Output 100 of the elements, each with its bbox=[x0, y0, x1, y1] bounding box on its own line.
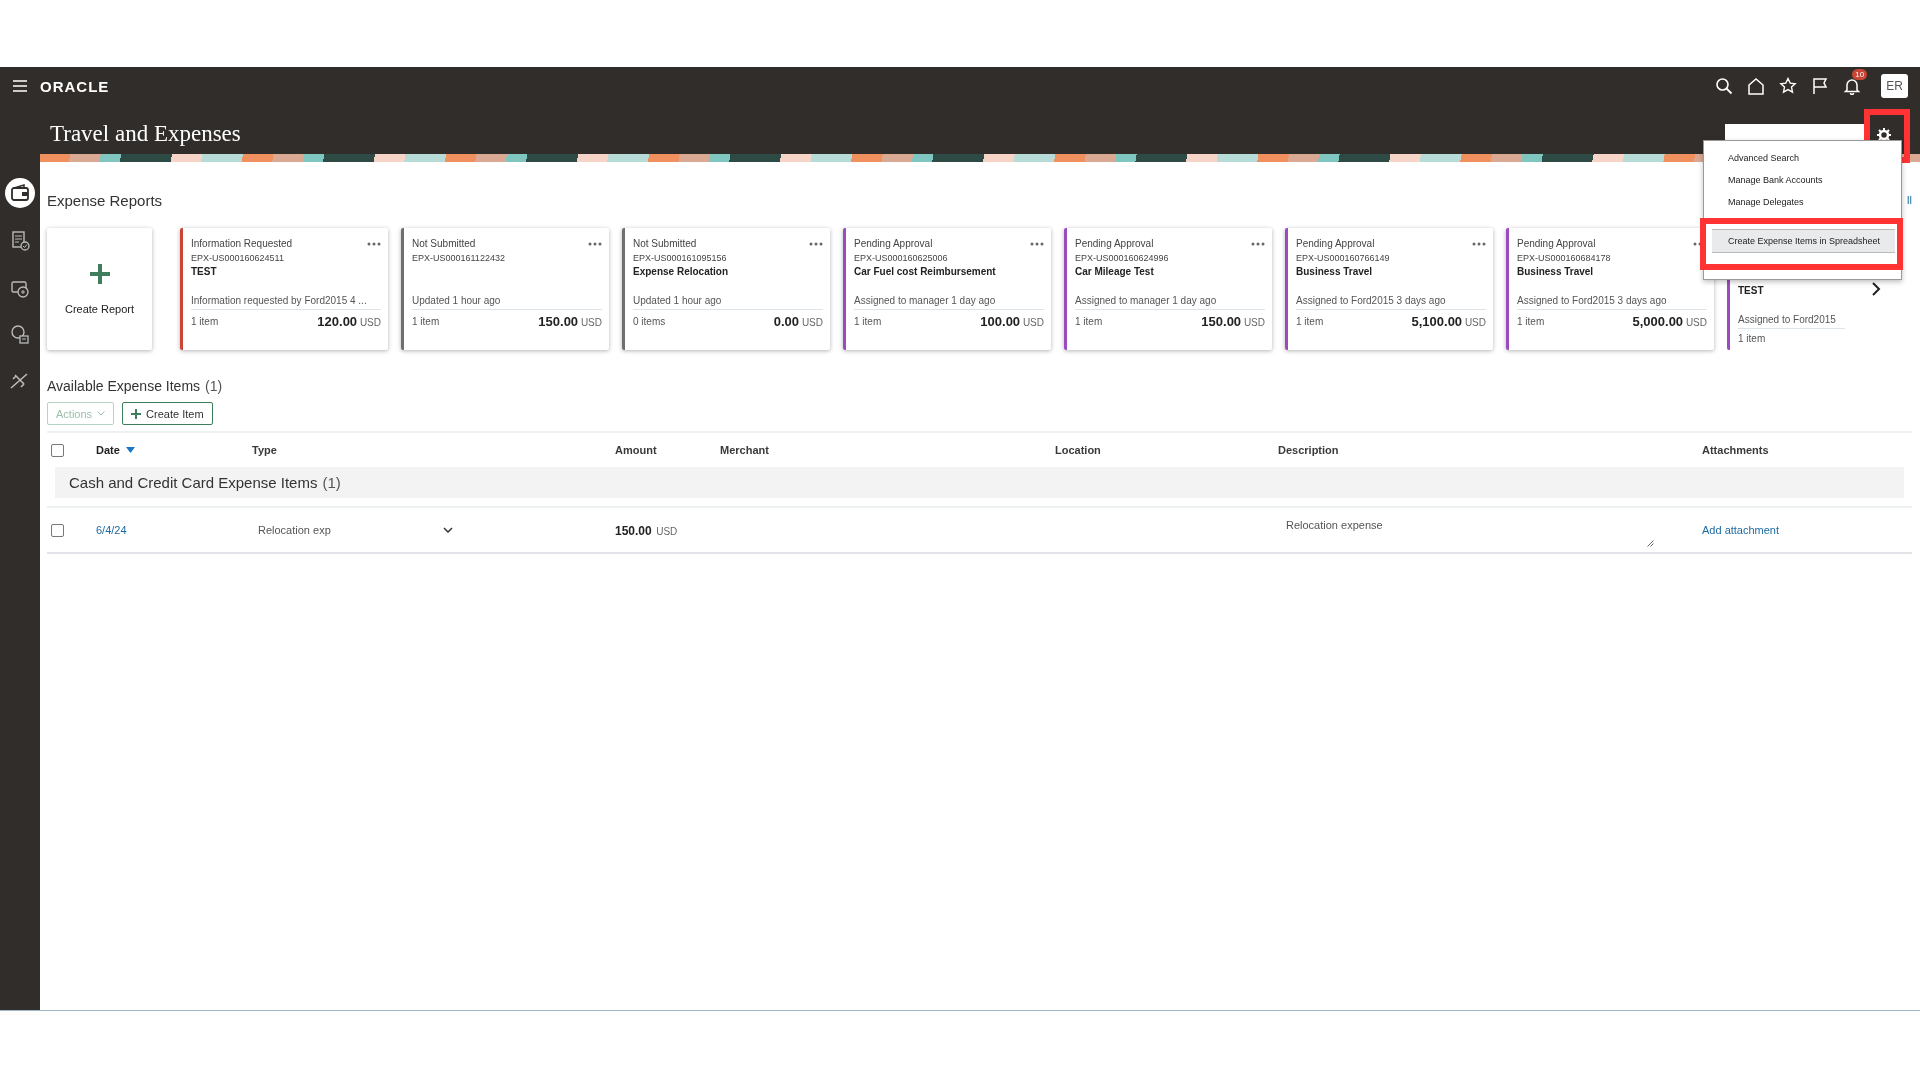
next-chevron-icon[interactable] bbox=[1871, 282, 1881, 296]
resize-handle-icon[interactable] bbox=[1647, 540, 1654, 547]
row-checkbox[interactable] bbox=[51, 523, 64, 537]
star-icon[interactable] bbox=[1779, 77, 1798, 95]
plus-icon bbox=[88, 263, 111, 285]
more-icon[interactable] bbox=[809, 241, 823, 246]
menu-item[interactable]: Create Expense Items in Spreadsheet bbox=[1712, 229, 1895, 253]
report-id: EPX-US000160766149 bbox=[1296, 253, 1391, 263]
report-note: Assigned to manager 1 day ago bbox=[854, 295, 1044, 310]
type-dropdown[interactable]: Relocation exp bbox=[252, 524, 453, 536]
report-amount: 100.00 USD bbox=[980, 314, 1044, 329]
item-count: 1 item bbox=[1738, 333, 1766, 344]
report-id: EPX-US000160625006 bbox=[854, 253, 949, 263]
item-count: 1 item bbox=[1517, 316, 1545, 327]
select-all-checkbox[interactable] bbox=[51, 443, 64, 457]
section-title: Available Expense Items bbox=[47, 378, 201, 394]
add-attachment-link[interactable]: Add attachment bbox=[1702, 524, 1780, 536]
column-header[interactable]: Amount bbox=[615, 444, 657, 456]
group-count: (1) bbox=[322, 474, 341, 491]
report-id: EPX-US000160624511 bbox=[191, 253, 285, 263]
expense-report-card[interactable]: Not Submitted EPX-US000161122432 Updated 1 hour ago 1 item 150.00 USD bbox=[401, 228, 609, 350]
create-item-button[interactable]: Create Item bbox=[122, 402, 213, 425]
report-note: Assigned to Ford2015 3 days ago bbox=[1517, 295, 1707, 310]
report-note: Assigned to Ford2015 3 days ago bbox=[1296, 295, 1486, 310]
group-title: Cash and Credit Card Expense Items bbox=[69, 474, 318, 491]
sort-descending-icon[interactable] bbox=[125, 447, 135, 453]
report-name: Expense Relocation bbox=[633, 266, 730, 278]
report-status: Pending Approval bbox=[1075, 238, 1154, 249]
expense-report-card[interactable]: Pending Approval EPX-US000160766149 Business Travel Assigned to Ford2015 3 days ago 1 item 5,100.00 USD bbox=[1285, 228, 1493, 350]
menu-item[interactable]: Advanced Search bbox=[1704, 147, 1901, 169]
flag-icon[interactable] bbox=[1811, 77, 1830, 95]
caret-icon bbox=[97, 411, 106, 416]
bell-icon[interactable] bbox=[1843, 77, 1862, 95]
report-name: TEST bbox=[1738, 285, 1765, 297]
report-id: EPX-US000160624996 bbox=[1075, 253, 1170, 263]
plus-icon bbox=[131, 408, 142, 419]
column-header[interactable]: Merchant bbox=[720, 444, 769, 456]
menu-icon[interactable] bbox=[12, 79, 28, 93]
report-amount: 120.00 USD bbox=[317, 314, 381, 329]
expense-report-card[interactable]: Information Requested EPX-US000160624511 TEST Information requested by Ford2015 4 ... 1 item 120.00 USD bbox=[180, 228, 388, 350]
report-amount: 150.00 USD bbox=[538, 314, 602, 329]
report-amount: 0.00 USD bbox=[773, 314, 823, 329]
page-title: Travel and Expenses bbox=[50, 120, 241, 147]
item-count: 0 items bbox=[633, 316, 666, 327]
item-count: 1 item bbox=[1075, 316, 1103, 327]
report-note: Assigned to Ford2015 bbox=[1738, 314, 1845, 329]
more-icon[interactable] bbox=[1030, 241, 1044, 246]
expense-report-card[interactable]: Not Submitted EPX-US000161095156 Expense Relocation Updated 1 hour ago 0 items 0.00 USD bbox=[622, 228, 830, 350]
column-header[interactable]: Attachments bbox=[1702, 444, 1769, 456]
notification-badge: 10 bbox=[1852, 69, 1868, 80]
section-title: Expense Reports bbox=[47, 191, 163, 209]
menu-item[interactable]: Manage Delegates bbox=[1704, 191, 1901, 213]
expense-report-card[interactable]: Pending Approval EPX-US000160624996 Car Mileage Test Assigned to manager 1 day ago 1 item 150.00 USD bbox=[1064, 228, 1272, 350]
report-note: Updated 1 hour ago bbox=[633, 295, 823, 310]
report-amount: 5,100.00 USD bbox=[1411, 314, 1486, 329]
report-amount: 5,000.00 USD bbox=[1632, 314, 1707, 329]
column-header[interactable]: Location bbox=[1055, 444, 1101, 456]
report-name: Car Mileage Test bbox=[1075, 266, 1155, 278]
report-name: Car Fuel cost Reimbursement bbox=[854, 266, 997, 278]
report-amount: 150.00 USD bbox=[1201, 314, 1265, 329]
date-link[interactable]: 6/4/24 bbox=[96, 524, 127, 536]
report-status: Not Submitted bbox=[412, 238, 476, 249]
report-status: Pending Approval bbox=[1517, 238, 1596, 249]
report-status: Pending Approval bbox=[854, 238, 933, 249]
item-count: 1 item bbox=[1296, 316, 1324, 327]
view-all-link[interactable]: ll bbox=[1907, 194, 1912, 206]
description-field[interactable]: Relocation expense bbox=[1278, 517, 1658, 547]
more-icon[interactable] bbox=[1251, 241, 1265, 246]
more-icon[interactable] bbox=[367, 241, 381, 246]
logo-text: ORACLE bbox=[40, 77, 110, 95]
report-status: Not Submitted bbox=[633, 238, 697, 249]
more-icon[interactable] bbox=[1472, 241, 1486, 246]
item-count: 1 item bbox=[412, 316, 440, 327]
column-header[interactable]: Type bbox=[252, 444, 277, 456]
item-count: (1) bbox=[205, 378, 223, 394]
sidebar-item[interactable] bbox=[5, 178, 35, 208]
expense-report-card[interactable]: Pending Approval EPX-US000160625006 Car Fuel cost Reimbursement Assigned to manager 1 day ago 1 item 100.00 USD bbox=[843, 228, 1051, 350]
report-id: EPX-US000161122432 bbox=[412, 253, 506, 263]
home-icon[interactable] bbox=[1747, 77, 1766, 95]
report-note: Information requested by Ford2015 4 ... bbox=[191, 295, 381, 310]
chevron-down-icon bbox=[443, 527, 453, 533]
report-status: Information Requested bbox=[191, 238, 293, 249]
menu-item[interactable]: Manage Bank Accounts bbox=[1704, 169, 1901, 191]
report-name: Business Travel bbox=[1296, 266, 1374, 278]
report-name: TEST bbox=[191, 266, 218, 278]
create-report-label: Create Report bbox=[64, 303, 135, 315]
report-status: Pending Approval bbox=[1296, 238, 1375, 249]
more-icon[interactable] bbox=[588, 241, 602, 246]
item-count: 1 item bbox=[191, 316, 219, 327]
column-header[interactable]: Date bbox=[96, 444, 120, 456]
amount-text: 150.00 USD bbox=[615, 523, 678, 539]
report-note: Updated 1 hour ago bbox=[412, 295, 602, 310]
column-header[interactable]: Description bbox=[1278, 444, 1339, 456]
report-id: EPX-US000160684178 bbox=[1517, 253, 1612, 263]
report-id: EPX-US000161095156 bbox=[633, 253, 728, 263]
report-name: Business Travel bbox=[1517, 266, 1595, 278]
create-report-card[interactable]: Create Report bbox=[47, 228, 152, 350]
user-avatar[interactable]: ER bbox=[1881, 74, 1908, 98]
item-count: 1 item bbox=[854, 316, 882, 327]
search-icon[interactable] bbox=[1715, 77, 1734, 95]
